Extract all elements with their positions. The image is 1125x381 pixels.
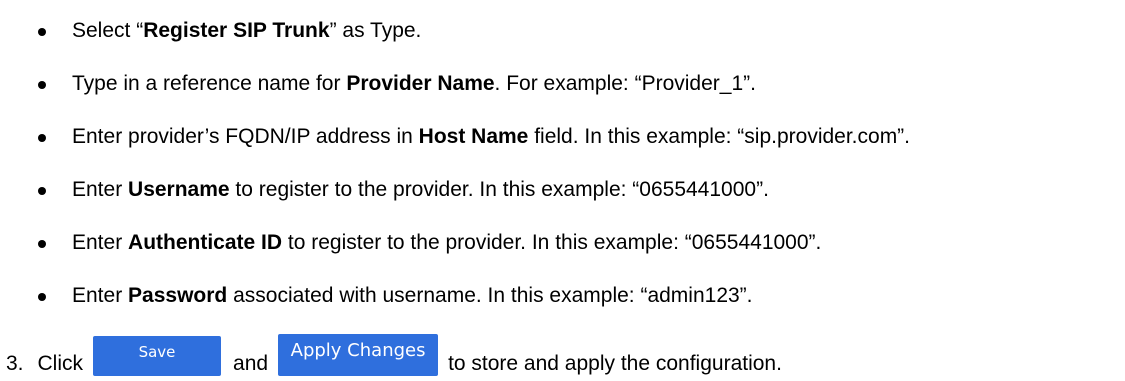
- bold-term: Username: [128, 178, 230, 201]
- list-item-text: Type in a reference name for Provider Na…: [72, 72, 756, 96]
- bold-term: Register SIP Trunk: [143, 19, 330, 42]
- step-3-line: 3. Click Save and Apply Changes to store…: [6, 334, 782, 376]
- bullet-icon: [38, 28, 46, 36]
- bold-term: Password: [128, 284, 228, 307]
- bullet-icon: [38, 187, 46, 195]
- list-item-text: Enter Password associated with username.…: [72, 284, 753, 308]
- list-item-text: Enter provider’s FQDN/IP address in Host…: [72, 125, 910, 149]
- list-item-text: Enter Authenticate ID to register to the…: [72, 231, 821, 255]
- bold-term: Authenticate ID: [128, 231, 283, 254]
- text-span: ” as Type.: [329, 19, 422, 42]
- bold-term: Provider Name: [346, 72, 495, 95]
- bullet-icon: [38, 81, 46, 89]
- bullet-icon: [38, 293, 46, 301]
- text-span: to register to the provider. In this exa…: [229, 178, 769, 201]
- text-span: field. In this example: “sip.provider.co…: [528, 125, 911, 148]
- text-span: Type in a reference name for: [72, 72, 347, 95]
- text-span: Enter: [72, 178, 129, 201]
- text-span: Enter provider’s FQDN/IP address in: [72, 125, 419, 148]
- text-span: Select “: [72, 19, 144, 42]
- list-item-text: Select “Register SIP Trunk” as Type.: [72, 19, 421, 43]
- text-span: Enter: [72, 284, 129, 307]
- text-span: to register to the provider. In this exa…: [282, 231, 822, 254]
- text-span: associated with username. In this exampl…: [227, 284, 753, 307]
- save-button[interactable]: Save: [93, 336, 222, 376]
- text-span: . For example: “Provider_1”.: [494, 72, 756, 95]
- text-span: Enter: [72, 231, 129, 254]
- bold-term: Host Name: [418, 125, 529, 148]
- bullet-icon: [38, 240, 46, 248]
- step-tail-text: to store and apply the configuration.: [448, 352, 782, 375]
- click-text: Click: [37, 352, 84, 375]
- list-item-text: Enter Username to register to the provid…: [72, 178, 769, 202]
- document-page: Select “Register SIP Trunk” as Type. Typ…: [0, 0, 1125, 381]
- bullet-icon: [38, 134, 46, 142]
- step-number: 3.: [6, 352, 24, 375]
- and-text: and: [233, 352, 269, 375]
- apply-changes-button[interactable]: Apply Changes: [278, 334, 439, 376]
